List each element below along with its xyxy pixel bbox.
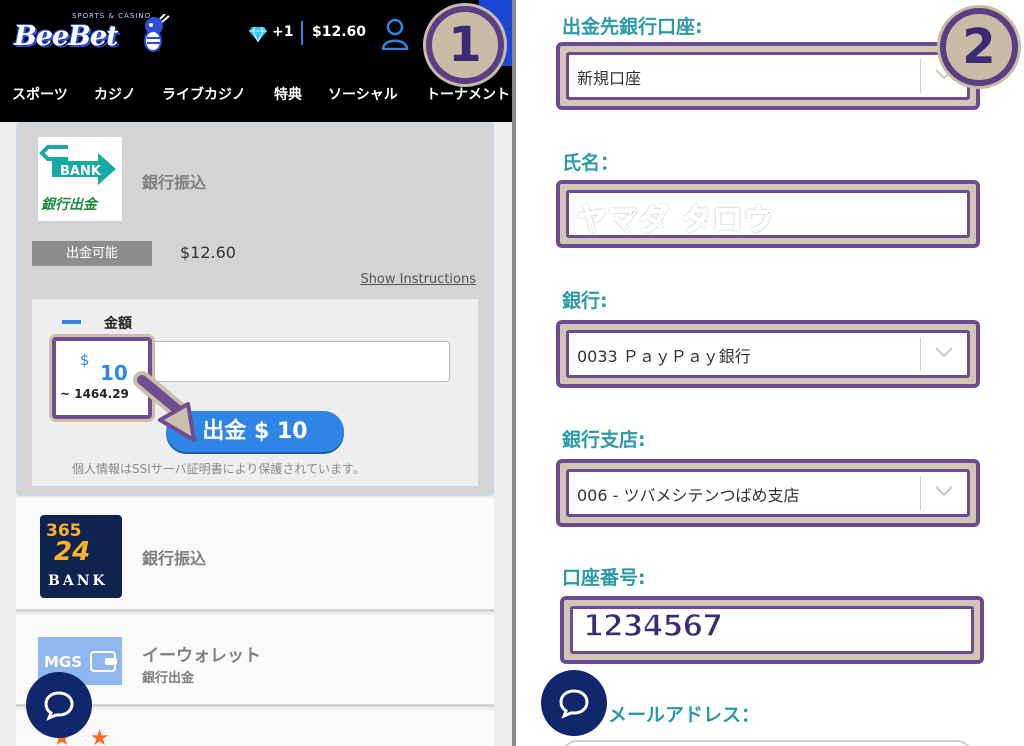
ssl-security-note: 個人情報はSSIサーバ証明書により保護されています。 <box>72 462 365 476</box>
amount-input[interactable] <box>148 341 450 382</box>
chat-bubble-icon <box>559 689 589 719</box>
name-highlight: ヤマダ タロウ <box>556 180 980 248</box>
nav-item-casino[interactable]: カジノ <box>94 84 136 104</box>
step-badge-two: 2 <box>940 8 1018 86</box>
wallet-icon <box>90 651 117 672</box>
chat-button-right[interactable] <box>541 670 607 736</box>
branch-highlight: 006 - ツバメシテンつばめ支店 <box>556 459 980 527</box>
beebet-logo[interactable]: SPORTS & CASINO BeeBet <box>14 12 170 56</box>
bank-account-select[interactable]: 新規口座 <box>566 52 970 100</box>
bee-mascot-icon <box>144 14 170 52</box>
method-sub-ewallet: 銀行出金 <box>142 671 195 686</box>
account-number-highlight: 1234567 <box>560 596 984 664</box>
step-number-two: 2 <box>962 19 996 75</box>
amount-label: 金額 <box>104 316 132 332</box>
nav-item-promotions[interactable]: 特典 <box>274 84 302 104</box>
nav-item-sports[interactable]: スポーツ <box>12 84 68 104</box>
chat-bubble-icon <box>44 691 74 721</box>
available-amount: $12.60 <box>180 243 236 262</box>
account-number-value: 1234567 <box>582 608 724 645</box>
bank-value: 0033 ＰａｙＰａｙ銀行 <box>577 347 751 366</box>
account-number-input[interactable]: 1234567 <box>570 606 974 654</box>
diamond-icon[interactable] <box>249 26 267 42</box>
available-badge: 出金可能 <box>32 241 152 266</box>
name-label: 氏名： <box>562 152 620 174</box>
name-input[interactable]: ヤマダ タロウ <box>566 190 970 239</box>
user-account-icon[interactable] <box>381 18 409 50</box>
bank-withdraw-logo: BANK 銀行出金 <box>38 137 122 221</box>
bank-account-label: 出金先銀行口座: <box>562 16 703 38</box>
bank-highlight: 0033 ＰａｙＰａｙ銀行 <box>556 320 980 388</box>
bank-arrows-icon: BANK 銀行出金 <box>39 145 116 213</box>
account-number-label: 口座番号: <box>562 567 646 589</box>
email-input[interactable] <box>562 740 972 746</box>
show-instructions-link[interactable]: Show Instructions <box>360 272 476 287</box>
365-logo-word: BANK <box>48 573 108 589</box>
mgs-logo-text: MGS <box>44 653 83 671</box>
amount-highlight: $ 10 ~ 1464.29 <box>52 337 152 419</box>
bank-label: 銀行: <box>562 290 608 312</box>
screenshot-root: SPORTS & CASINO BeeBet +1 $12.60 スポーツ カジ… <box>0 0 1024 746</box>
bank-logo-word: BANK <box>60 164 102 179</box>
header-balance[interactable]: $12.60 <box>312 24 366 40</box>
converted-amount: ~ 1464.29 <box>60 387 129 401</box>
bank-account-value: 新規口座 <box>577 69 642 88</box>
branch-select[interactable]: 006 - ツバメシテンつばめ支店 <box>566 469 970 517</box>
bank-logo-caption: 銀行出金 <box>41 196 100 213</box>
main-nav: スポーツ カジノ ライブカジノ 特典 ソーシャル トーナメント <box>0 84 512 106</box>
bank-account-highlight: 新規口座 <box>556 42 980 110</box>
select-separator <box>920 476 921 510</box>
name-value: ヤマダ タロウ <box>576 202 775 239</box>
select-separator <box>920 59 921 93</box>
chevron-down-icon[interactable] <box>933 345 955 359</box>
365-bank-logo: 365 24 BANK <box>40 515 122 598</box>
bank-select[interactable]: 0033 ＰａｙＰａｙ銀行 <box>566 330 970 378</box>
email-label: メールアドレス： <box>608 704 761 726</box>
amount-value[interactable]: 10 <box>100 361 128 385</box>
logo-wordmark: BeeBet <box>14 21 119 52</box>
branch-label: 銀行支店: <box>562 429 646 451</box>
step-badge-one: 1 <box>426 6 504 84</box>
method-name-ewallet: イーウォレット <box>142 646 261 666</box>
step-number-one: 1 <box>448 17 482 73</box>
collapse-minus-icon[interactable] <box>62 320 81 324</box>
nav-item-tournament[interactable]: トーナメント <box>426 84 510 104</box>
header-divider <box>301 21 303 45</box>
chat-button-left[interactable] <box>26 672 92 738</box>
chevron-down-icon[interactable] <box>933 484 955 498</box>
nav-item-live-casino[interactable]: ライブカジノ <box>162 84 246 104</box>
select-separator <box>920 337 921 371</box>
withdraw-button[interactable]: 出金 $ 10 <box>166 411 344 452</box>
nav-item-social[interactable]: ソーシャル <box>328 84 398 104</box>
method-name-bank-transfer: 銀行振込 <box>142 173 207 192</box>
method-name-365bank: 銀行振込 <box>142 549 207 568</box>
gems-count: +1 <box>272 24 294 40</box>
currency-symbol: $ <box>80 351 90 369</box>
branch-value: 006 - ツバメシテンつばめ支店 <box>577 486 800 505</box>
24-logo-number: 24 <box>54 537 91 567</box>
cashier-panel: SPORTS & CASINO BeeBet +1 $12.60 スポーツ カジ… <box>0 0 512 746</box>
